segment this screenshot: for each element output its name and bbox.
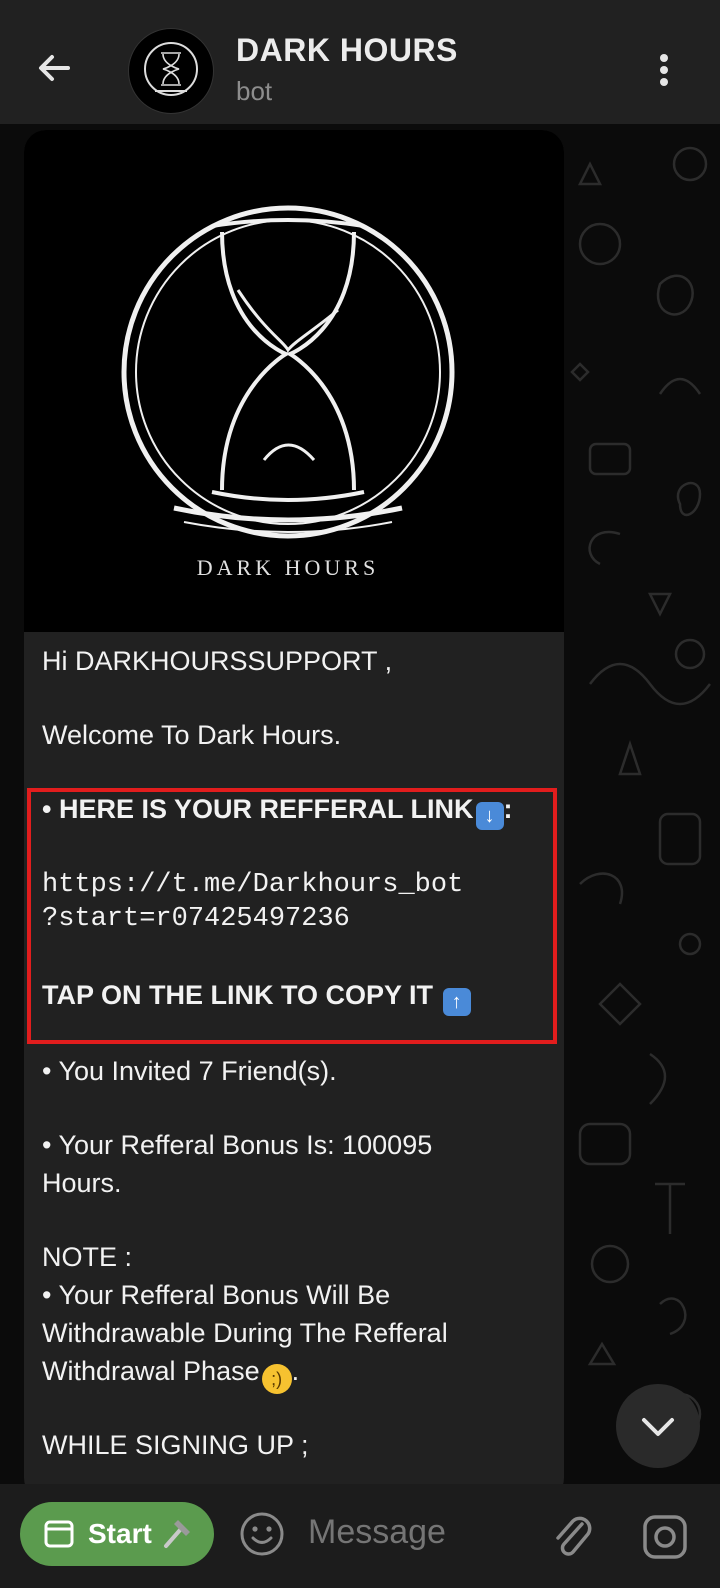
note-end: . [291, 1356, 300, 1386]
note-line2: Withdrawable During The Refferal [42, 1318, 448, 1348]
signing-up-text: WHILE SIGNING UP ; [42, 1430, 309, 1460]
referral-heading-suffix: : [503, 794, 513, 824]
note-line1: • Your Refferal Bonus Will Be [42, 1280, 391, 1310]
referral-link-line2[interactable]: ?start=r07425497236 [42, 902, 350, 936]
referral-heading-text: • HERE IS YOUR REFFERAL LINK [42, 794, 474, 824]
emoji-icon[interactable] [238, 1510, 286, 1558]
message-input[interactable] [306, 1512, 530, 1553]
bot-message-bubble: DARK HOURS Hi DARKHOURSSUPPORT , Welcome… [24, 130, 564, 1500]
window-icon [44, 1520, 74, 1548]
back-arrow-icon[interactable] [32, 46, 76, 90]
start-button[interactable]: Start [20, 1502, 214, 1566]
down-arrow-icon: ↓ [475, 802, 504, 830]
copy-instruction: TAP ON THE LINK TO COPY IT ↑ [42, 976, 471, 1016]
greeting-text: Hi DARKHOURSSUPPORT , [42, 646, 393, 676]
doodle-pattern [570, 146, 711, 1436]
chevron-down-icon [642, 1418, 674, 1436]
note-heading: NOTE : [42, 1242, 133, 1272]
bonus-line2: Hours. [42, 1168, 122, 1198]
message-input-bar: Start [0, 1484, 720, 1588]
hourglass-logo-icon: DARK HOURS [121, 205, 455, 580]
chat-title[interactable]: DARK HOURS [236, 32, 458, 69]
up-arrow-icon: ↑ [442, 988, 471, 1016]
winking-face-icon: ;) [261, 1364, 292, 1394]
copy-instruction-text: TAP ON THE LINK TO COPY IT [42, 980, 434, 1010]
welcome-text: Welcome To Dark Hours. [42, 720, 342, 750]
attach-icon[interactable] [548, 1510, 596, 1562]
photo-caption: DARK HOURS [197, 555, 379, 580]
note-line3-text: Withdrawal Phase [42, 1356, 260, 1386]
start-button-label: Start [88, 1518, 152, 1549]
bonus-line1: • Your Refferal Bonus Is: 100095 [42, 1130, 433, 1160]
message-photo[interactable]: DARK HOURS [24, 130, 564, 632]
referral-link-line1[interactable]: https://t.me/Darkhours_bot [42, 868, 463, 902]
referral-heading: • HERE IS YOUR REFFERAL LINK ↓: [42, 790, 513, 830]
chat-header: DARK HOURS bot [0, 0, 720, 124]
chat-subtitle: bot [236, 76, 273, 106]
hourglass-logo-icon [144, 42, 198, 96]
scroll-down-button[interactable] [616, 1384, 700, 1468]
camera-icon[interactable] [640, 1512, 690, 1562]
invited-count-text: • You Invited 7 Friend(s). [42, 1056, 337, 1086]
hammer-icon [164, 1520, 190, 1548]
more-options-icon[interactable] [652, 48, 692, 92]
bot-avatar[interactable] [128, 28, 214, 114]
note-line3: Withdrawal Phase;). [42, 1352, 299, 1394]
